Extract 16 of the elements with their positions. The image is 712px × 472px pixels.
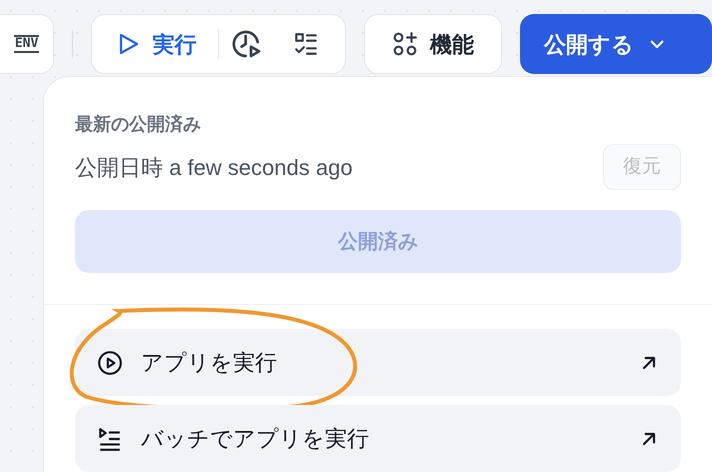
play-circle-icon	[97, 350, 123, 376]
section-title: 最新の公開済み	[75, 113, 202, 136]
checklist-button[interactable]	[293, 31, 320, 57]
checklist-icon	[293, 31, 320, 57]
action-item[interactable]: アプリを実行	[75, 329, 681, 396]
env-button[interactable]: ENV	[0, 14, 54, 74]
published-time: 公開日時 a few seconds ago	[75, 154, 353, 182]
history-button[interactable]	[231, 28, 264, 60]
clock-play-icon	[231, 28, 264, 60]
play-icon	[118, 32, 140, 56]
features-button[interactable]: 機能	[364, 14, 502, 74]
publish-button[interactable]: 公開する	[520, 14, 712, 74]
action-item[interactable]: バッチでアプリを実行	[75, 405, 681, 472]
apps-plus-icon	[392, 31, 418, 57]
list-play-icon	[97, 426, 123, 452]
run-button[interactable]: 実行	[118, 28, 196, 60]
